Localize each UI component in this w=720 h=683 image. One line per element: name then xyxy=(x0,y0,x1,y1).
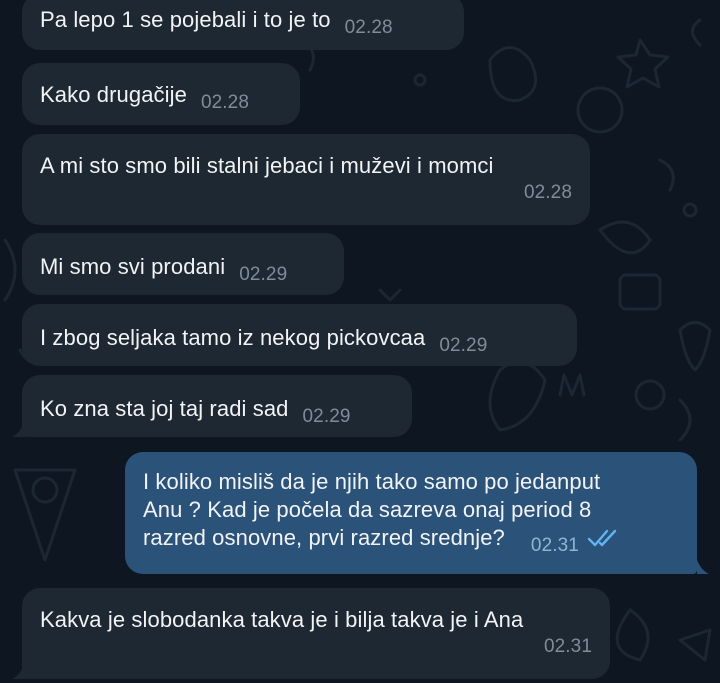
double-check-icon xyxy=(587,529,617,547)
bubble-tail xyxy=(12,665,24,679)
bubble-tail xyxy=(697,560,709,574)
message-text: Mi smo svi prodani xyxy=(40,254,226,279)
incoming-message[interactable]: Mi smo svi prodani 02.29 xyxy=(22,233,344,295)
outgoing-message[interactable]: I koliko misliš da je njih tako samo po … xyxy=(125,452,697,574)
message-time: 02.31 xyxy=(543,636,592,657)
message-text: Pa lepo 1 se pojebali i to je to xyxy=(40,7,331,32)
message-time: 02.28 xyxy=(523,182,572,203)
message-time: 02.29 xyxy=(239,264,288,285)
incoming-message[interactable]: Kakva je slobodanka takva je i bilja tak… xyxy=(22,588,610,679)
incoming-message[interactable]: Ko zna sta joj taj radi sad 02.29 xyxy=(22,375,412,437)
message-text: Kako drugačije xyxy=(40,82,187,107)
message-text: Kakva je slobodanka takva je i bilja tak… xyxy=(40,607,524,632)
message-time: 02.28 xyxy=(200,92,249,113)
incoming-message[interactable]: I zbog seljaka tamo iz nekog pickovcaa 02… xyxy=(22,304,577,366)
message-text: A mi sto smo bili stalni jebaci i muževi… xyxy=(40,153,494,178)
message-list[interactable]: Pa lepo 1 se pojebali i to je to 02.28 Ka… xyxy=(0,0,720,683)
message-time: 02.31 xyxy=(530,535,579,556)
message-time: 02.29 xyxy=(439,335,488,356)
message-time: 02.29 xyxy=(302,406,351,427)
incoming-message[interactable]: A mi sto smo bili stalni jebaci i muževi… xyxy=(22,134,590,225)
message-text: Ko zna sta joj taj radi sad xyxy=(40,396,289,421)
incoming-message[interactable]: Pa lepo 1 se pojebali i to je to 02.28 xyxy=(22,0,464,50)
message-time: 02.28 xyxy=(344,17,393,38)
message-text: I zbog seljaka tamo iz nekog pickovcaa xyxy=(40,325,426,350)
incoming-message[interactable]: Kako drugačije 02.28 xyxy=(22,63,300,125)
bubble-tail xyxy=(12,423,24,437)
